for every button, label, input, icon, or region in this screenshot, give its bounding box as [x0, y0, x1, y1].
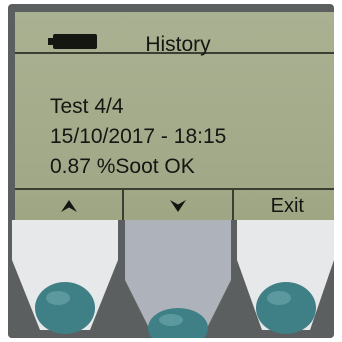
middle-hardware-button[interactable] [122, 220, 234, 338]
lcd-screen: History Test 4/4 15/10/2017 - 18:15 0.87… [15, 12, 334, 222]
device-body: History Test 4/4 15/10/2017 - 18:15 0.87… [8, 4, 334, 338]
left-hardware-button[interactable] [8, 220, 122, 338]
softkey-down[interactable] [124, 190, 234, 222]
softkey-bar: Exit [15, 188, 334, 222]
exit-label: Exit [270, 194, 304, 217]
timestamp-line: 15/10/2017 - 18:15 [50, 125, 227, 148]
arrow-down-icon [169, 200, 186, 212]
right-hardware-button[interactable] [234, 220, 334, 338]
result-line: 0.87 %Soot OK [50, 155, 195, 178]
test-number-line: Test 4/4 [50, 95, 124, 118]
softkey-up[interactable] [15, 190, 125, 222]
arrow-up-icon [60, 200, 77, 212]
screen-title: History [145, 33, 211, 56]
softkey-exit[interactable]: Exit [234, 190, 334, 222]
hardware-keys [8, 220, 334, 338]
history-record: Test 4/4 15/10/2017 - 18:15 0.87 %Soot O… [50, 92, 226, 182]
screen-header: History [15, 12, 334, 56]
